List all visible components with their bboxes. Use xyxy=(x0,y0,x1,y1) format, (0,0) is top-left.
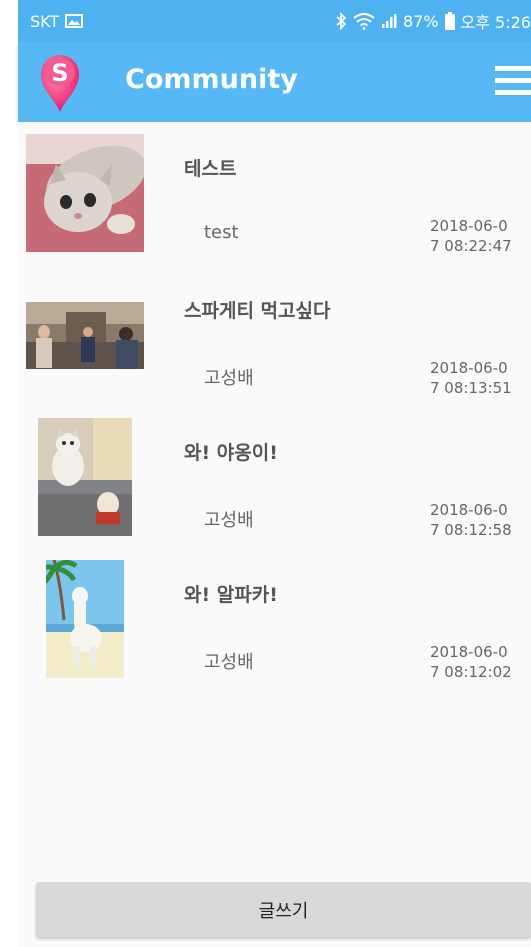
people-room-photo-icon xyxy=(26,302,144,369)
page-title: Community xyxy=(125,64,298,95)
post-thumbnail xyxy=(38,418,132,536)
app-logo-icon: S xyxy=(41,55,79,112)
post-title: 와! 알파카! xyxy=(184,584,278,606)
post-title: 스파게티 먹고싶다 xyxy=(184,300,331,322)
bluetooth-icon xyxy=(336,12,347,30)
screen: SKT 87% 오후 5:26 S Community 테스트 test 201… xyxy=(0,0,531,947)
clock: 오후 5:26 xyxy=(460,13,531,32)
alpaca-beach-photo-icon xyxy=(46,560,124,678)
post-thumbnail xyxy=(46,560,124,678)
logo-letter: S xyxy=(51,59,68,87)
post-author: 고성배 xyxy=(204,510,254,531)
post-thumbnail xyxy=(26,134,144,252)
post-author: test xyxy=(204,222,239,243)
battery-percent: 87% xyxy=(402,11,439,31)
list-item[interactable]: 와! 알파카! 고성배 2018-06-0 7 08:12:02 xyxy=(18,548,531,690)
post-date: 2018-06-0 7 08:12:58 xyxy=(430,501,512,539)
battery-icon xyxy=(444,12,455,30)
status-bar: SKT 87% 오후 5:26 xyxy=(18,0,531,42)
post-title: 테스트 xyxy=(184,158,237,180)
post-author: 고성배 xyxy=(204,368,254,389)
list-item[interactable]: 테스트 test 2018-06-0 7 08:22:47 xyxy=(18,122,531,264)
post-title: 와! 야옹이! xyxy=(184,442,278,464)
list-item[interactable]: 와! 야옹이! 고성배 2018-06-0 7 08:12:58 xyxy=(18,406,531,548)
cat-sofa-photo-icon xyxy=(38,418,132,536)
carrier-label: SKT xyxy=(30,11,60,31)
write-post-button[interactable]: 글쓰기 xyxy=(36,882,531,937)
post-date: 2018-06-0 7 08:12:02 xyxy=(430,643,512,681)
gallery-icon xyxy=(65,14,84,28)
post-thumbnail xyxy=(26,302,144,369)
app-bar: S Community xyxy=(18,42,531,122)
post-author: 고성배 xyxy=(204,652,254,673)
kitten-photo-icon xyxy=(26,134,144,252)
post-list: 테스트 test 2018-06-0 7 08:22:47 스파게티 먹고싶다 … xyxy=(18,122,531,947)
post-date: 2018-06-0 7 08:13:51 xyxy=(430,359,512,397)
post-date: 2018-06-0 7 08:22:47 xyxy=(430,217,512,255)
signal-icon xyxy=(381,14,397,28)
wifi-icon xyxy=(353,13,375,30)
list-item[interactable]: 스파게티 먹고싶다 고성배 2018-06-0 7 08:13:51 xyxy=(18,264,531,406)
menu-icon[interactable] xyxy=(495,66,531,96)
